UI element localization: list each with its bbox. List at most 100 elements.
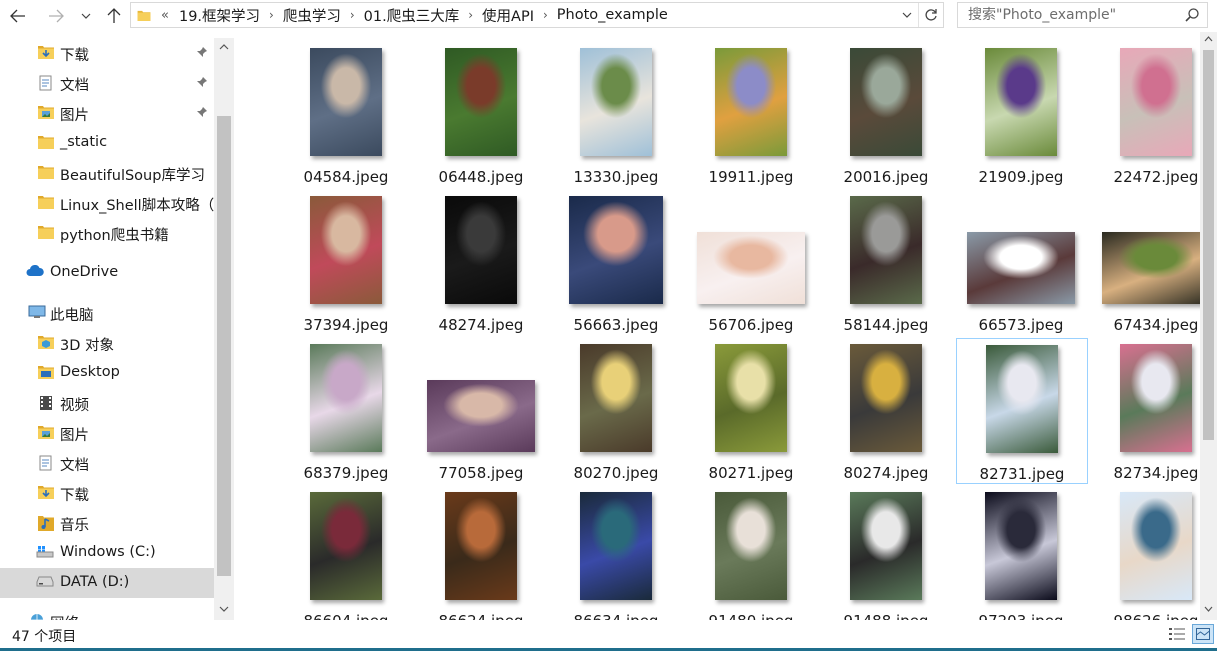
file-name[interactable]: 86604.jpeg [281, 612, 411, 620]
file-item[interactable]: 91488.jpeg [821, 486, 953, 620]
file-item[interactable]: 67434.jpeg [1091, 190, 1200, 336]
image-thumbnail[interactable] [1102, 232, 1200, 304]
image-thumbnail[interactable] [310, 344, 382, 452]
sidebar-item[interactable]: 下载 [0, 38, 214, 68]
file-name[interactable]: 20016.jpeg [821, 168, 951, 186]
file-name[interactable]: 21909.jpeg [956, 168, 1086, 186]
image-thumbnail[interactable] [850, 344, 922, 452]
sidebar-item[interactable]: OneDrive [0, 258, 214, 288]
sidebar-item[interactable]: Linux_Shell脚本攻略（ [0, 188, 214, 218]
breadcrumb-item[interactable]: 01.爬虫三大库 [364, 5, 460, 26]
navigation-scrollbar[interactable] [214, 38, 234, 620]
sidebar-item[interactable]: 此电脑 [0, 298, 214, 328]
breadcrumb-separator-icon[interactable]: › [350, 8, 355, 22]
search-input[interactable] [958, 3, 1178, 27]
file-item[interactable]: 58144.jpeg [821, 190, 953, 336]
image-thumbnail[interactable] [310, 492, 382, 600]
file-name[interactable]: 98626.jpeg [1091, 612, 1200, 620]
sidebar-item[interactable]: 文档 [0, 448, 214, 478]
sidebar-item[interactable]: Desktop [0, 358, 214, 388]
file-item[interactable]: 37394.jpeg [281, 190, 413, 336]
sidebar-item[interactable]: python爬虫书籍 [0, 218, 214, 248]
file-item[interactable]: 56663.jpeg [551, 190, 683, 336]
back-button[interactable] [6, 4, 30, 28]
pin-icon[interactable] [196, 76, 208, 92]
image-thumbnail[interactable] [986, 345, 1058, 453]
file-item[interactable]: 48274.jpeg [416, 190, 548, 336]
breadcrumb-overflow[interactable]: « [161, 8, 169, 23]
sidebar-item[interactable]: 文档 [0, 68, 214, 98]
search-icon[interactable] [1185, 8, 1199, 22]
pin-icon[interactable] [196, 106, 208, 122]
image-thumbnail[interactable] [445, 492, 517, 600]
file-item[interactable]: 86624.jpeg [416, 486, 548, 620]
breadcrumb-separator-icon[interactable]: › [468, 8, 473, 22]
search-box[interactable] [957, 2, 1208, 28]
file-name[interactable]: 67434.jpeg [1091, 316, 1200, 334]
image-thumbnail[interactable] [310, 48, 382, 156]
recent-locations-button[interactable] [76, 4, 96, 28]
sidebar-item[interactable]: BeautifulSoup库学习 [0, 158, 214, 188]
breadcrumb-item[interactable]: 19.框架学习 [179, 5, 260, 26]
sidebar-item[interactable]: Windows (C:) [0, 538, 214, 568]
large-icons-view-button[interactable] [1192, 624, 1214, 644]
file-name[interactable]: 19911.jpeg [686, 168, 816, 186]
file-item[interactable]: 86634.jpeg [551, 486, 683, 620]
file-name[interactable]: 80274.jpeg [821, 464, 951, 482]
sidebar-item[interactable]: 网络 [0, 606, 214, 620]
file-name[interactable]: 56663.jpeg [551, 316, 681, 334]
sidebar-item[interactable]: 下载 [0, 478, 214, 508]
file-name[interactable]: 82731.jpeg [957, 465, 1087, 483]
address-dropdown-button[interactable] [896, 3, 918, 27]
image-thumbnail[interactable] [1120, 48, 1192, 156]
file-item[interactable]: 04584.jpeg [281, 42, 413, 188]
sidebar-item[interactable]: _static [0, 128, 214, 158]
up-button[interactable] [102, 4, 126, 28]
image-thumbnail[interactable] [310, 196, 382, 304]
image-thumbnail[interactable] [850, 48, 922, 156]
image-thumbnail[interactable] [580, 492, 652, 600]
file-item[interactable]: 97203.jpeg [956, 486, 1088, 620]
file-item[interactable]: 68379.jpeg [281, 338, 413, 484]
file-name[interactable]: 58144.jpeg [821, 316, 951, 334]
image-thumbnail[interactable] [967, 232, 1075, 304]
file-name[interactable]: 82734.jpeg [1091, 464, 1200, 482]
image-thumbnail[interactable] [985, 48, 1057, 156]
file-name[interactable]: 04584.jpeg [281, 168, 411, 186]
scrollbar-thumb[interactable] [217, 116, 231, 576]
image-thumbnail[interactable] [569, 196, 663, 304]
file-name[interactable]: 97203.jpeg [956, 612, 1086, 620]
image-thumbnail[interactable] [715, 48, 787, 156]
file-item[interactable]: 22472.jpeg [1091, 42, 1200, 188]
breadcrumb-item[interactable]: 爬虫学习 [283, 5, 341, 26]
file-item[interactable]: 80274.jpeg [821, 338, 953, 484]
file-name[interactable]: 48274.jpeg [416, 316, 546, 334]
image-thumbnail[interactable] [985, 492, 1057, 600]
sidebar-item[interactable]: DATA (D:) [0, 568, 214, 598]
file-name[interactable]: 22472.jpeg [1091, 168, 1200, 186]
image-thumbnail[interactable] [850, 196, 922, 304]
file-name[interactable]: 66573.jpeg [956, 316, 1086, 334]
details-view-button[interactable] [1166, 624, 1188, 644]
file-name[interactable]: 86624.jpeg [416, 612, 546, 620]
refresh-button[interactable] [918, 3, 943, 27]
image-thumbnail[interactable] [580, 48, 652, 156]
file-name[interactable]: 80271.jpeg [686, 464, 816, 482]
file-item[interactable]: 86604.jpeg [281, 486, 413, 620]
sidebar-item[interactable]: 图片 [0, 418, 214, 448]
pin-icon[interactable] [196, 46, 208, 62]
sidebar-item[interactable]: 图片 [0, 98, 214, 128]
image-thumbnail[interactable] [445, 196, 517, 304]
address-bar[interactable]: « 19.框架学习 › 爬虫学习 › 01.爬虫三大库 › 使用API › Ph… [130, 2, 944, 28]
file-view-scrollbar[interactable] [1200, 32, 1217, 620]
breadcrumb-item[interactable]: 使用API [482, 5, 534, 26]
image-thumbnail[interactable] [850, 492, 922, 600]
file-item[interactable]: 19911.jpeg [686, 42, 818, 188]
file-item[interactable]: 21909.jpeg [956, 42, 1088, 188]
breadcrumb-separator-icon[interactable]: › [543, 8, 548, 22]
scrollbar-thumb[interactable] [1203, 50, 1214, 440]
image-thumbnail[interactable] [1120, 344, 1192, 452]
file-name[interactable]: 86634.jpeg [551, 612, 681, 620]
file-name[interactable]: 37394.jpeg [281, 316, 411, 334]
sidebar-item[interactable]: 3D 对象 [0, 328, 214, 358]
